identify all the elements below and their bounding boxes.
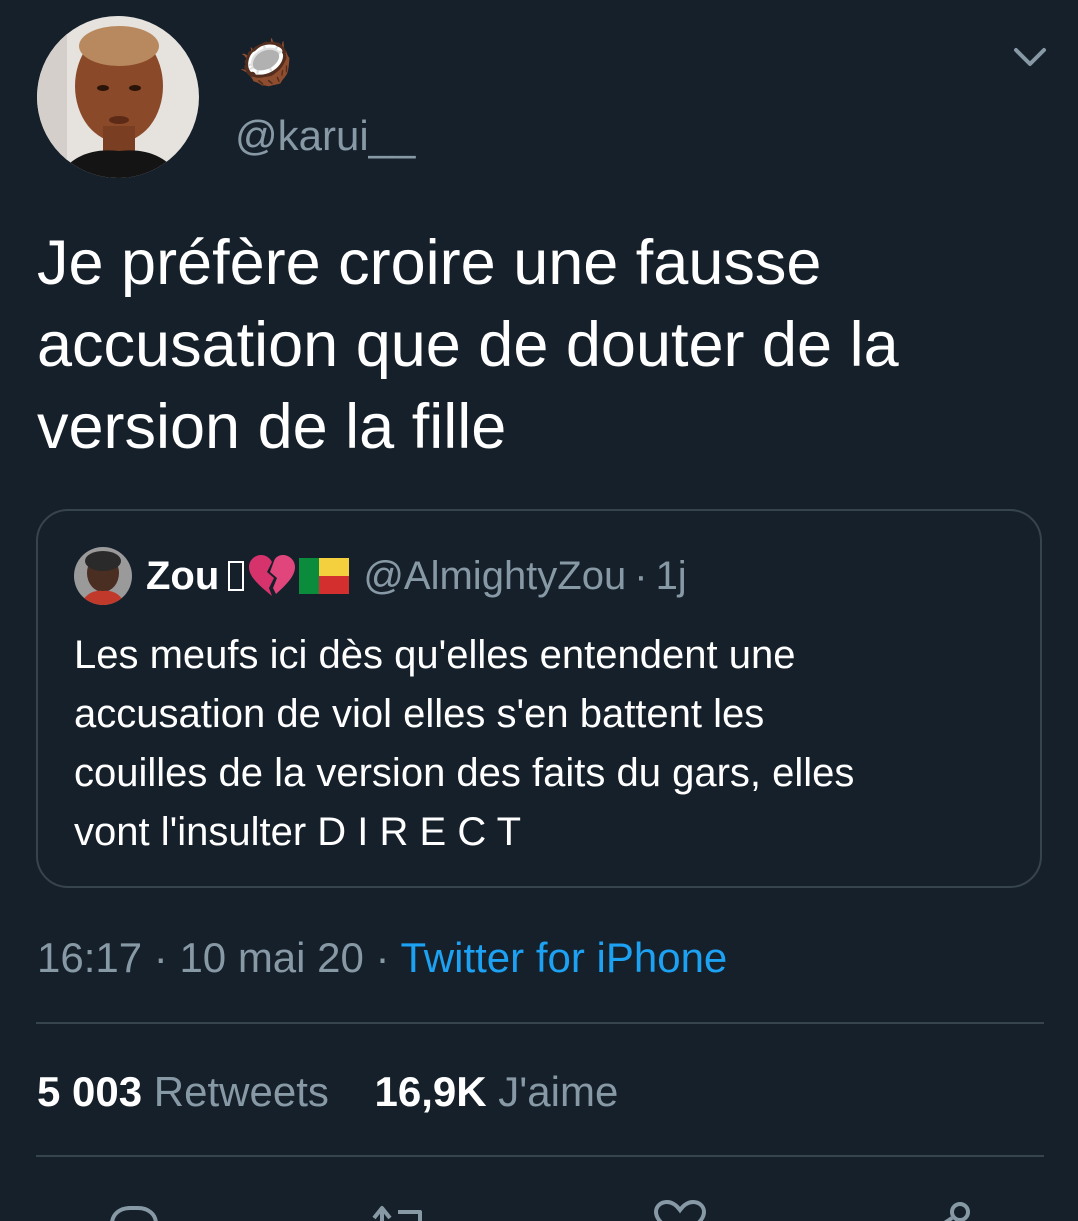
quoted-author-name: Zou bbox=[146, 554, 220, 598]
likes-count: 16,9K bbox=[374, 1068, 487, 1115]
tweet-time: 16:17 bbox=[37, 934, 143, 981]
placeholder-glyph-icon bbox=[228, 561, 245, 591]
chevron-down-icon[interactable] bbox=[1010, 42, 1050, 72]
likes-label: J'aime bbox=[498, 1068, 619, 1115]
tweet-stats: 5 003 Retweets 16,9K J'aime bbox=[37, 1064, 618, 1120]
quoted-tweet-header: Zou @AlmightyZou · 1j bbox=[146, 551, 687, 601]
author-avatar[interactable] bbox=[37, 16, 199, 178]
author-handle[interactable]: @karui__ bbox=[235, 112, 415, 160]
meta-separator: · bbox=[363, 934, 401, 981]
retweets-stat[interactable]: 5 003 Retweets bbox=[37, 1064, 329, 1120]
quoted-author-handle: @AlmightyZou bbox=[363, 554, 627, 598]
quoted-author-emoji bbox=[227, 554, 350, 598]
divider bbox=[36, 1155, 1044, 1157]
reply-icon[interactable] bbox=[104, 1198, 164, 1221]
heart-icon[interactable] bbox=[650, 1198, 710, 1221]
broken-heart-icon bbox=[249, 555, 296, 596]
quoted-tweet-card[interactable]: Zou @AlmightyZou · 1j Les meufs ici dès bbox=[36, 509, 1042, 888]
tweet-date: 10 mai 20 bbox=[179, 934, 364, 981]
meta-separator: · bbox=[142, 934, 180, 981]
quoted-tweet-text: Les meufs ici dès qu'elles entendent une… bbox=[74, 633, 855, 854]
likes-stat[interactable]: 16,9K J'aime bbox=[375, 1064, 619, 1120]
retweets-count: 5 003 bbox=[37, 1068, 143, 1115]
retweets-label: Retweets bbox=[153, 1068, 329, 1115]
benin-flag-icon bbox=[299, 558, 350, 594]
retweet-icon[interactable] bbox=[368, 1198, 428, 1221]
tweet-text: Je préfère croire une fausse accusation … bbox=[37, 228, 899, 462]
action-bar bbox=[0, 1190, 1078, 1221]
divider bbox=[36, 1022, 1044, 1024]
tweet-meta: 16:17 · 10 mai 20 · Twitter for iPhone bbox=[37, 930, 727, 986]
quoted-tweet-time: 1j bbox=[655, 554, 687, 598]
author-display-name[interactable]: 🥥 bbox=[238, 38, 293, 88]
tweet-detail-page: 🥥 @karui__ Je préfère croire une fausse … bbox=[0, 0, 1078, 1221]
tweet-source-link[interactable]: Twitter for iPhone bbox=[400, 934, 727, 981]
quoted-separator: · bbox=[634, 554, 648, 598]
share-icon[interactable] bbox=[914, 1198, 974, 1221]
quoted-author-avatar bbox=[74, 547, 132, 605]
